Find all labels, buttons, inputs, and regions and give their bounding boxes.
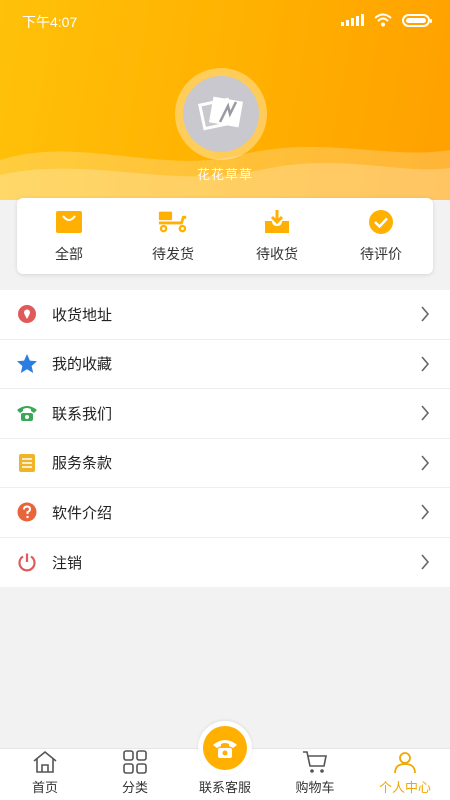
- cart-icon: [302, 749, 328, 775]
- menu-item-terms[interactable]: 服务条款: [0, 439, 450, 488]
- tab-label: 首页: [31, 780, 58, 795]
- avatar[interactable]: [183, 76, 259, 152]
- menu-item-contact[interactable]: 联系我们: [0, 389, 450, 439]
- chevron-right-icon: [421, 554, 430, 570]
- chevron-right-icon: [421, 504, 430, 520]
- profile-header: 下午4:07 花花草草: [0, 0, 450, 200]
- menu-label: 注销: [52, 554, 83, 572]
- menu-item-favorites[interactable]: 我的收藏: [0, 340, 450, 389]
- chevron-right-icon: [421, 356, 430, 372]
- menu-label: 软件介绍: [52, 504, 113, 522]
- chevron-right-icon: [421, 455, 430, 471]
- order-to-review-button[interactable]: 待评价: [329, 198, 433, 274]
- document-icon: [16, 452, 38, 474]
- status-icons: [341, 12, 432, 28]
- wifi-icon: [374, 13, 392, 27]
- status-time: 下午4:07: [22, 14, 78, 30]
- tab-label: 联系客服: [198, 780, 251, 795]
- battery-icon: [402, 13, 432, 27]
- settings-menu: 收货地址 我的收藏 联系我们 服务条款 软件介绍 注销: [0, 290, 450, 587]
- menu-item-about[interactable]: 软件介绍: [0, 488, 450, 538]
- order-label: 全部: [55, 246, 83, 262]
- chevron-right-icon: [421, 306, 430, 322]
- menu-label: 联系我们: [52, 405, 113, 423]
- delivery-scooter-icon: [157, 208, 189, 236]
- order-label: 待收货: [256, 246, 298, 262]
- photo-placeholder-icon: [198, 96, 244, 131]
- menu-label: 我的收藏: [52, 356, 113, 374]
- grid-icon: [122, 749, 148, 775]
- username: 花花草草: [196, 167, 253, 182]
- phone-icon: [16, 402, 38, 424]
- menu-item-logout[interactable]: 注销: [0, 538, 450, 588]
- bag-icon: [53, 208, 85, 236]
- location-pin-icon: [16, 303, 38, 325]
- menu-label: 收货地址: [52, 306, 113, 324]
- signal-icon: [341, 14, 364, 26]
- check-circle-icon: [365, 208, 397, 236]
- tab-category[interactable]: 分类: [90, 749, 180, 800]
- inbox-download-icon: [261, 208, 293, 236]
- order-status-card: 全部 待发货 待收货 待评价: [17, 198, 433, 274]
- tab-label: 购物车: [295, 780, 335, 795]
- question-icon: [16, 501, 38, 523]
- order-all-button[interactable]: 全部: [17, 198, 121, 274]
- tab-customer-service[interactable]: 联系客服: [180, 721, 270, 800]
- power-icon: [16, 551, 38, 573]
- tab-home[interactable]: 首页: [0, 749, 90, 800]
- menu-label: 服务条款: [52, 455, 113, 473]
- chevron-right-icon: [421, 405, 430, 421]
- order-to-receive-button[interactable]: 待收货: [225, 198, 329, 274]
- tab-profile[interactable]: 个人中心: [360, 749, 450, 800]
- tab-label: 分类: [121, 780, 148, 795]
- customer-service-button[interactable]: [198, 721, 252, 775]
- phone-icon: [203, 726, 247, 770]
- order-label: 待评价: [360, 246, 402, 262]
- status-bar: 下午4:07: [0, 0, 450, 40]
- user-icon: [392, 749, 418, 775]
- bottom-tab-bar: 首页 分类 联系客服 购物车 个人中心: [0, 721, 450, 800]
- order-label: 待发货: [152, 246, 194, 262]
- star-icon: [16, 353, 38, 375]
- tab-label: 个人中心: [378, 780, 431, 795]
- menu-item-address[interactable]: 收货地址: [0, 290, 450, 340]
- home-icon: [32, 749, 58, 775]
- tab-cart[interactable]: 购物车: [270, 749, 360, 800]
- order-to-ship-button[interactable]: 待发货: [121, 198, 225, 274]
